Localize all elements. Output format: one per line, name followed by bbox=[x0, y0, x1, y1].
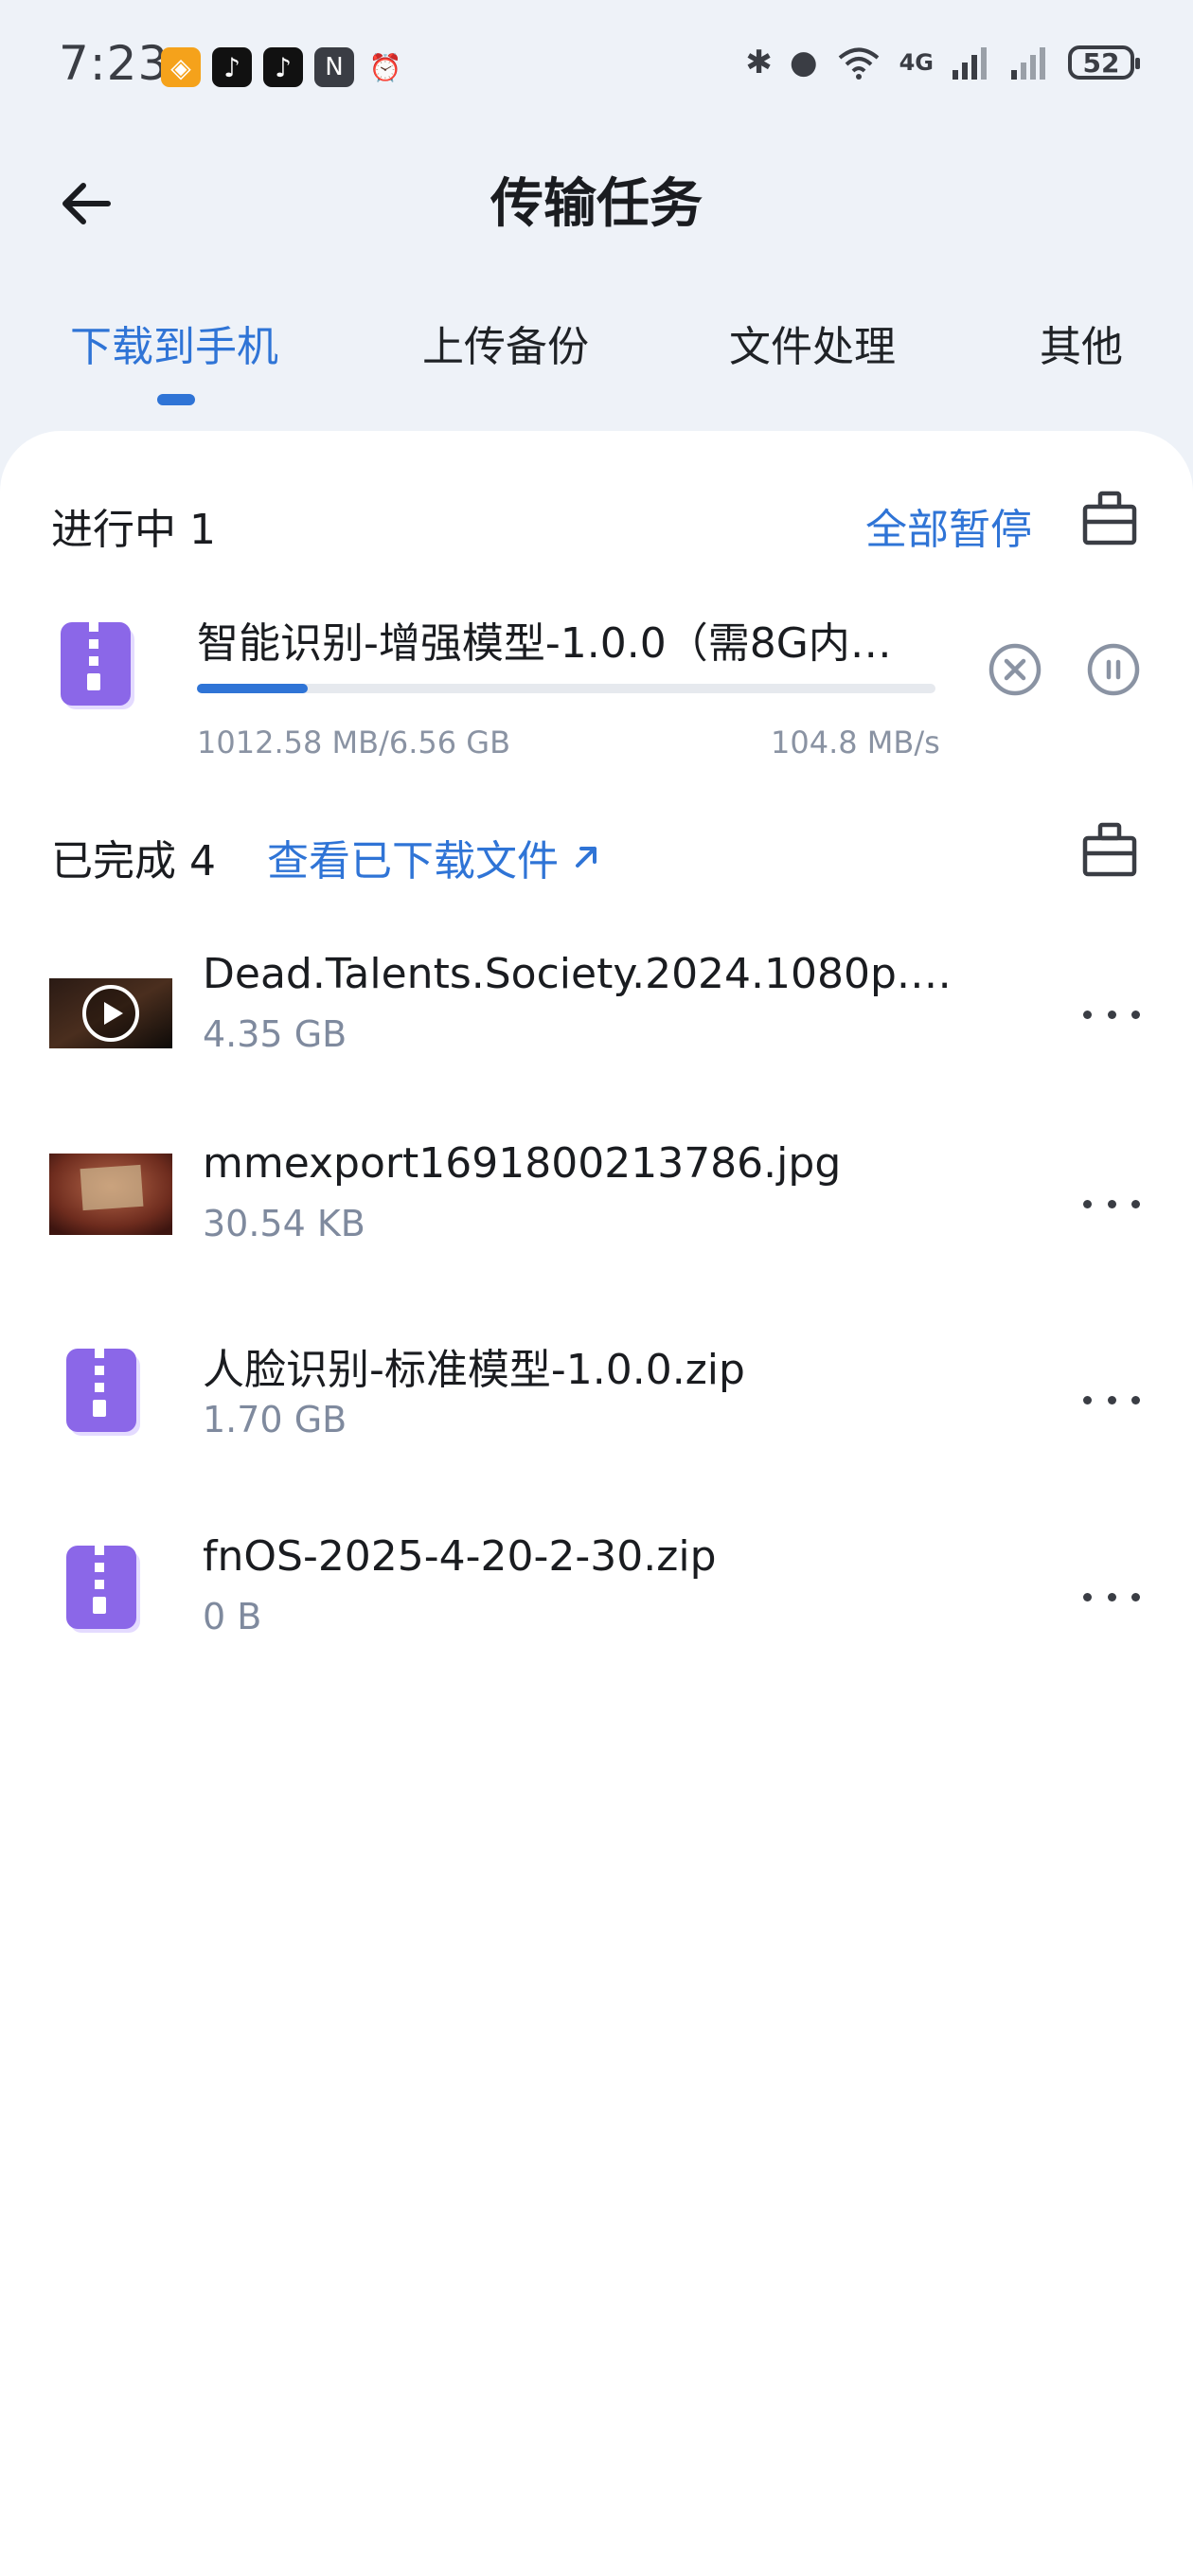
status-time: 7:23 bbox=[59, 36, 169, 91]
more-options-icon[interactable] bbox=[1083, 1005, 1140, 1024]
broom-icon[interactable] bbox=[1079, 819, 1140, 880]
download-progress-bar bbox=[197, 684, 935, 693]
signal-icon bbox=[953, 47, 987, 80]
pause-icon[interactable] bbox=[1085, 641, 1142, 698]
video-thumbnail bbox=[49, 978, 172, 1048]
completed-title: 已完成 4 bbox=[51, 837, 216, 886]
zip-file-icon bbox=[61, 622, 134, 709]
broom-icon[interactable] bbox=[1079, 488, 1140, 548]
completed-item[interactable]: 人脸识别-标准模型-1.0.0.zip 1.70 GB bbox=[0, 1316, 1193, 1506]
wifi-icon bbox=[838, 47, 879, 80]
completed-file-size: 1.70 GB bbox=[203, 1399, 347, 1440]
completed-item[interactable]: fnOS-2025-4-20-2-30.zip 0 B bbox=[0, 1513, 1193, 1703]
tab-file-processing[interactable]: 文件处理 bbox=[729, 313, 896, 373]
zip-file-icon bbox=[66, 1349, 140, 1436]
tab-bar: 下载到手机 上传备份 文件处理 其他 bbox=[0, 303, 1193, 407]
completed-item[interactable]: Dead.Talents.Society.2024.1080p.N… 4.35 … bbox=[0, 923, 1193, 1113]
download-file-name: 智能识别-增强模型-1.0.0（需8G内… bbox=[197, 619, 892, 668]
more-options-icon[interactable] bbox=[1083, 1194, 1140, 1213]
download-speed: 104.8 MB/s bbox=[771, 724, 940, 760]
image-thumbnail bbox=[49, 1154, 172, 1235]
location-icon: ● bbox=[789, 44, 818, 81]
nfc-icon: N bbox=[314, 47, 354, 87]
completed-header: 已完成 4 查看已下载文件 bbox=[0, 810, 1193, 895]
cancel-icon[interactable] bbox=[987, 641, 1043, 698]
in-progress-title: 进行中 1 bbox=[51, 506, 216, 554]
view-downloaded-files-link[interactable]: 查看已下载文件 bbox=[267, 827, 602, 887]
more-options-icon[interactable] bbox=[1083, 1390, 1140, 1409]
tab-download-to-phone[interactable]: 下载到手机 bbox=[70, 313, 278, 373]
app-orange-icon: ◈ bbox=[161, 47, 201, 87]
battery-icon: 52 bbox=[1068, 45, 1140, 80]
download-progress-fill bbox=[197, 684, 308, 693]
download-progress-text: 1012.58 MB/6.56 GB bbox=[197, 724, 511, 760]
completed-file-size: 30.54 KB bbox=[203, 1203, 365, 1244]
pause-all-button[interactable]: 全部暂停 bbox=[865, 495, 1032, 556]
zip-file-icon bbox=[66, 1546, 140, 1633]
tiktok-icon: ♪ bbox=[212, 47, 252, 87]
bluetooth-icon: ✱ bbox=[745, 44, 773, 81]
external-arrow-icon bbox=[576, 847, 596, 868]
alarm-icon: ⏰ bbox=[368, 51, 402, 83]
header: 传输任务 bbox=[0, 152, 1193, 256]
in-progress-header: 进行中 1 全部暂停 bbox=[0, 478, 1193, 564]
completed-file-name: Dead.Talents.Society.2024.1080p.N… bbox=[203, 950, 970, 998]
tab-upload-backup[interactable]: 上传备份 bbox=[422, 313, 589, 373]
signal-icon-2 bbox=[1011, 47, 1045, 80]
tab-indicator bbox=[157, 394, 195, 405]
page-title: 传输任务 bbox=[490, 173, 703, 235]
network-type: 4G bbox=[899, 49, 934, 76]
status-bar: 7:23 ◈ ♪ ♪ N ⏰ ✱ ● 4G 52 bbox=[0, 0, 1193, 133]
download-task-row[interactable]: 智能识别-增强模型-1.0.0（需8G内… 1012.58 MB/6.56 GB… bbox=[0, 582, 1193, 772]
tiktok-lite-icon: ♪ bbox=[263, 47, 303, 87]
completed-file-name: mmexport1691800213786.jpg bbox=[203, 1139, 842, 1188]
completed-file-size: 0 B bbox=[203, 1596, 262, 1637]
status-right: ✱ ● 4G 52 bbox=[745, 44, 1140, 81]
notification-icons: ◈ ♪ ♪ N ⏰ bbox=[161, 47, 405, 87]
more-options-icon[interactable] bbox=[1083, 1587, 1140, 1606]
tab-other[interactable]: 其他 bbox=[1040, 313, 1123, 373]
transfer-list-card: 进行中 1 全部暂停 智能识别-增强模型-1.0.0（需8G内… 1012.58… bbox=[0, 431, 1193, 2576]
view-downloaded-files-label: 查看已下载文件 bbox=[267, 837, 559, 886]
completed-file-name: fnOS-2025-4-20-2-30.zip bbox=[203, 1532, 717, 1581]
battery-level: 52 bbox=[1082, 46, 1120, 79]
completed-item[interactable]: mmexport1691800213786.jpg 30.54 KB bbox=[0, 1120, 1193, 1310]
completed-file-size: 4.35 GB bbox=[203, 1013, 347, 1055]
completed-file-name: 人脸识别-标准模型-1.0.0.zip bbox=[203, 1346, 745, 1394]
